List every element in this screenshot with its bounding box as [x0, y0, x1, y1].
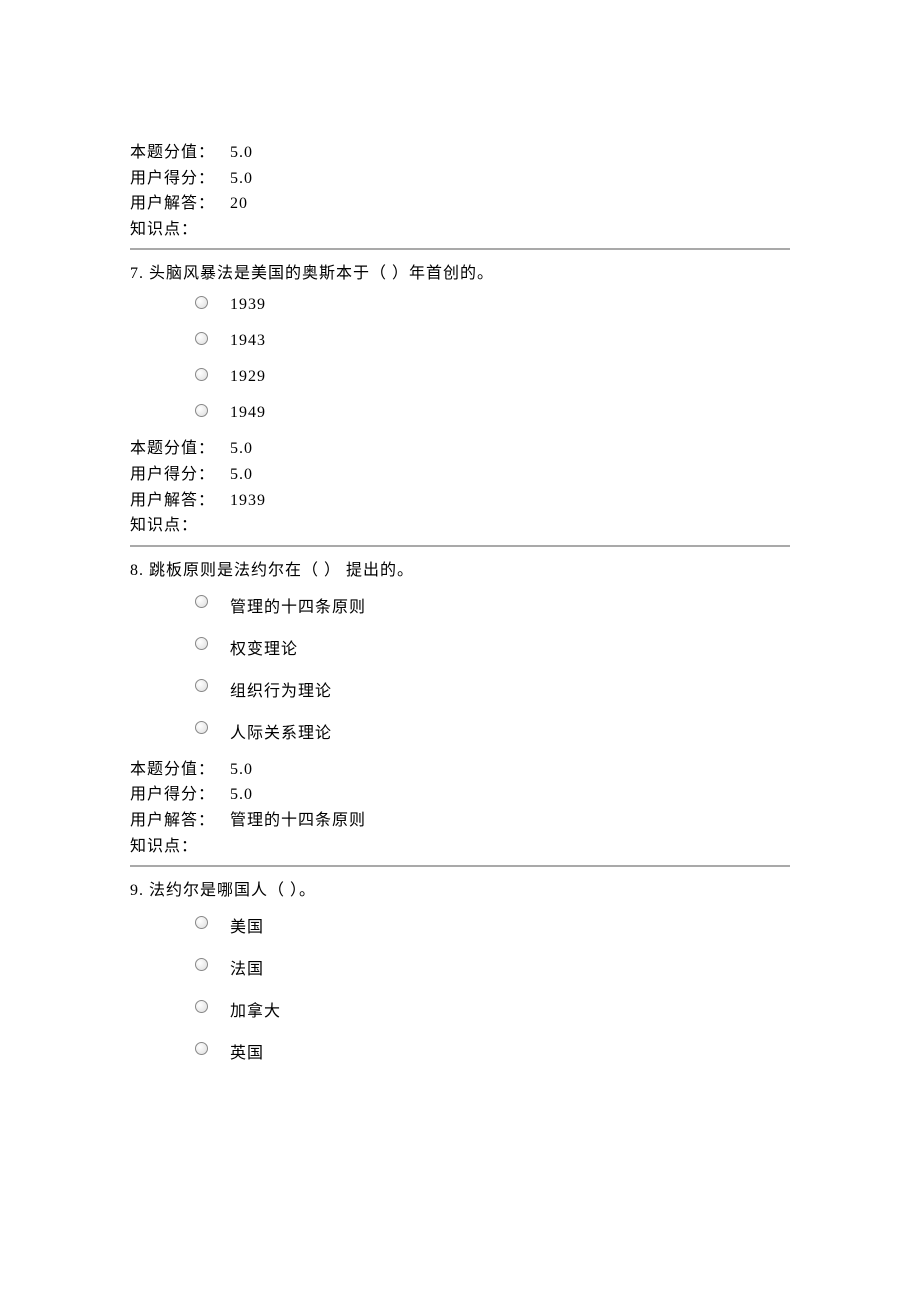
q6-meta: 本题分值： 5.0 用户得分： 5.0 用户解答： 20 知识点：	[130, 140, 790, 242]
q7-options: 1939 1943 1929 1949	[130, 296, 790, 422]
value-userscore: 5.0	[230, 462, 253, 488]
meta-row-fullscore: 本题分值： 5.0	[130, 140, 790, 166]
q8-options: 管理的十四条原则 权变理论 组织行为理论 人际关系理论	[130, 593, 790, 743]
label-useranswer: 用户解答：	[130, 808, 230, 834]
q8-option-c: 组织行为理论	[190, 677, 790, 701]
radio-icon[interactable]	[195, 595, 208, 608]
option-label: 管理的十四条原则	[230, 593, 366, 617]
label-fullscore: 本题分值：	[130, 140, 230, 166]
meta-row-fullscore: 本题分值： 5.0	[130, 757, 790, 783]
radio-icon[interactable]	[195, 368, 208, 381]
q8-text: 8. 跳板原则是法约尔在（ ） 提出的。	[130, 559, 790, 583]
q9-text: 9. 法约尔是哪国人（ ）。	[130, 879, 790, 903]
meta-row-userscore: 用户得分： 5.0	[130, 462, 790, 488]
value-userscore: 5.0	[230, 166, 253, 192]
q9-number: 9.	[130, 882, 144, 899]
q7-body: 头脑风暴法是美国的奥斯本于（ ）年首创的。	[149, 265, 494, 282]
meta-row-knowledge: 知识点：	[130, 513, 790, 539]
radio-icon[interactable]	[195, 332, 208, 345]
q8-option-d: 人际关系理论	[190, 719, 790, 743]
value-useranswer: 1939	[230, 488, 266, 514]
label-userscore: 用户得分：	[130, 462, 230, 488]
q8-option-a: 管理的十四条原则	[190, 593, 790, 617]
label-userscore: 用户得分：	[130, 782, 230, 808]
value-fullscore: 5.0	[230, 757, 253, 783]
radio-icon[interactable]	[195, 296, 208, 309]
q7-option-b: 1943	[190, 332, 790, 350]
q7-text: 7. 头脑风暴法是美国的奥斯本于（ ）年首创的。	[130, 262, 790, 286]
option-label: 英国	[230, 1039, 264, 1063]
radio-icon[interactable]	[195, 721, 208, 734]
value-userscore: 5.0	[230, 782, 253, 808]
option-label: 加拿大	[230, 997, 281, 1021]
option-label: 美国	[230, 913, 264, 937]
q8-meta: 本题分值： 5.0 用户得分： 5.0 用户解答： 管理的十四条原则 知识点：	[130, 757, 790, 859]
option-label: 1929	[230, 368, 266, 386]
q9-option-a: 美国	[190, 913, 790, 937]
radio-icon[interactable]	[195, 1042, 208, 1055]
value-fullscore: 5.0	[230, 140, 253, 166]
q7-option-d: 1949	[190, 404, 790, 422]
label-knowledge: 知识点：	[130, 834, 230, 860]
meta-row-useranswer: 用户解答： 1939	[130, 488, 790, 514]
q8-option-b: 权变理论	[190, 635, 790, 659]
q7-number: 7.	[130, 265, 144, 282]
radio-icon[interactable]	[195, 679, 208, 692]
meta-row-useranswer: 用户解答： 20	[130, 191, 790, 217]
meta-row-knowledge: 知识点：	[130, 217, 790, 243]
label-fullscore: 本题分值：	[130, 757, 230, 783]
option-label: 组织行为理论	[230, 677, 332, 701]
q9-option-d: 英国	[190, 1039, 790, 1063]
page: 本题分值： 5.0 用户得分： 5.0 用户解答： 20 知识点： 7. 头脑风…	[0, 0, 920, 1302]
divider	[130, 248, 790, 250]
radio-icon[interactable]	[195, 404, 208, 417]
q9-option-b: 法国	[190, 955, 790, 979]
value-useranswer: 20	[230, 191, 248, 217]
option-label: 法国	[230, 955, 264, 979]
q9-options: 美国 法国 加拿大 英国	[130, 913, 790, 1063]
value-fullscore: 5.0	[230, 436, 253, 462]
meta-row-userscore: 用户得分： 5.0	[130, 166, 790, 192]
label-knowledge: 知识点：	[130, 513, 230, 539]
meta-row-fullscore: 本题分值： 5.0	[130, 436, 790, 462]
label-useranswer: 用户解答：	[130, 488, 230, 514]
q7-option-c: 1929	[190, 368, 790, 386]
option-label: 权变理论	[230, 635, 298, 659]
radio-icon[interactable]	[195, 958, 208, 971]
divider	[130, 545, 790, 547]
option-label: 人际关系理论	[230, 719, 332, 743]
q7-option-a: 1939	[190, 296, 790, 314]
label-userscore: 用户得分：	[130, 166, 230, 192]
option-label: 1939	[230, 296, 266, 314]
meta-row-useranswer: 用户解答： 管理的十四条原则	[130, 808, 790, 834]
q8-body: 跳板原则是法约尔在（ ） 提出的。	[149, 562, 414, 579]
meta-row-userscore: 用户得分： 5.0	[130, 782, 790, 808]
option-label: 1949	[230, 404, 266, 422]
divider	[130, 865, 790, 867]
meta-row-knowledge: 知识点：	[130, 834, 790, 860]
radio-icon[interactable]	[195, 916, 208, 929]
label-fullscore: 本题分值：	[130, 436, 230, 462]
radio-icon[interactable]	[195, 1000, 208, 1013]
option-label: 1943	[230, 332, 266, 350]
label-knowledge: 知识点：	[130, 217, 230, 243]
q9-option-c: 加拿大	[190, 997, 790, 1021]
q8-number: 8.	[130, 562, 144, 579]
q9-body: 法约尔是哪国人（ ）。	[149, 882, 316, 899]
q7-meta: 本题分值： 5.0 用户得分： 5.0 用户解答： 1939 知识点：	[130, 436, 790, 538]
value-useranswer: 管理的十四条原则	[230, 808, 366, 834]
radio-icon[interactable]	[195, 637, 208, 650]
label-useranswer: 用户解答：	[130, 191, 230, 217]
